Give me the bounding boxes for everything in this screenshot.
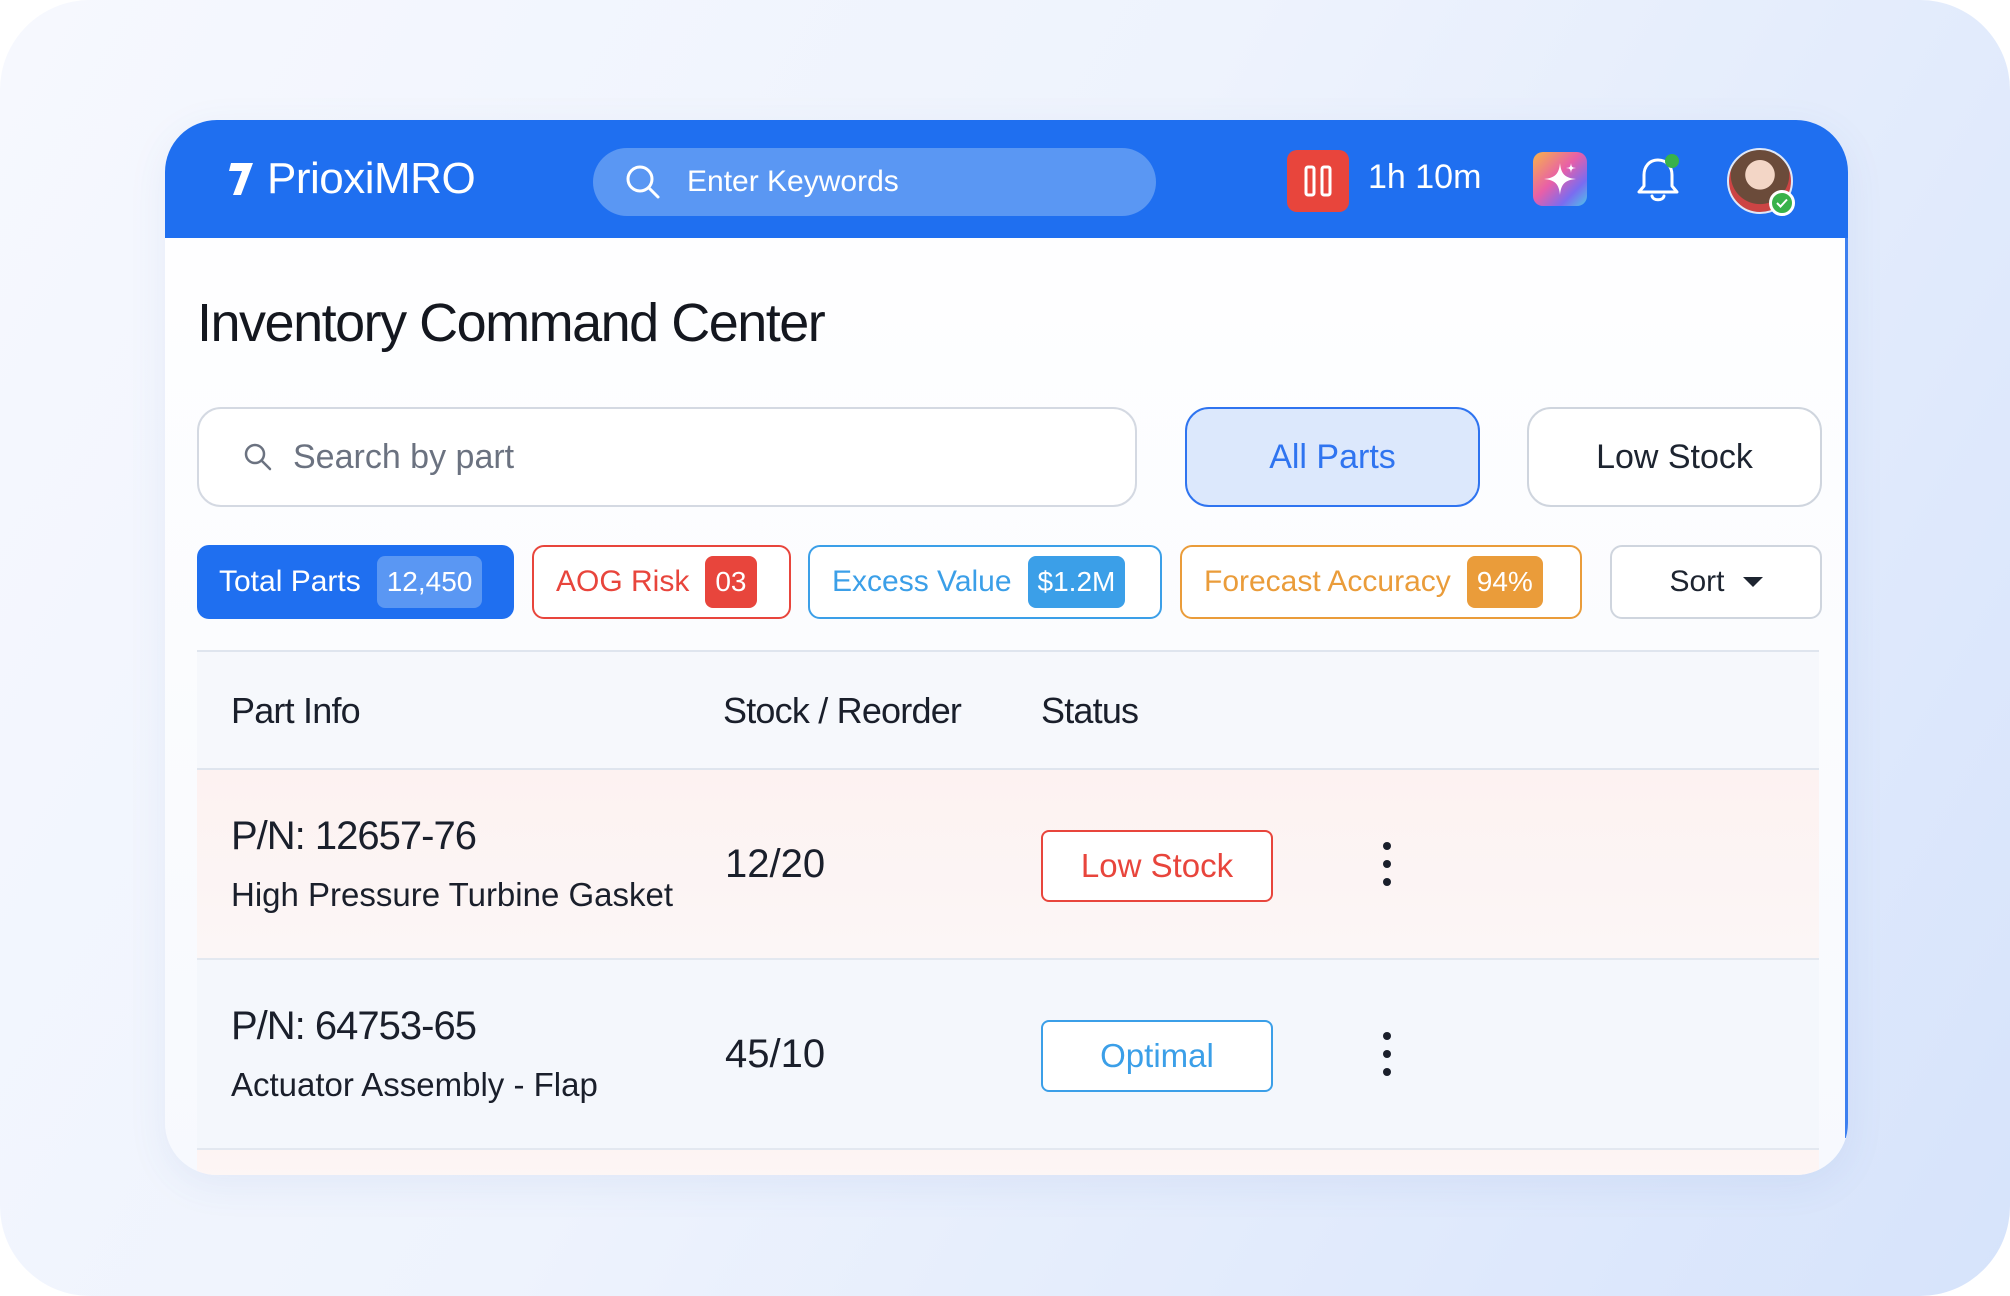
online-status-icon bbox=[1769, 190, 1795, 216]
stock-reorder-value: 45/10 bbox=[725, 1032, 826, 1076]
search-icon bbox=[244, 443, 272, 471]
sort-label: Sort bbox=[1669, 565, 1725, 598]
part-name: High Pressure Turbine Gasket bbox=[231, 876, 674, 913]
chip-label: Total Parts bbox=[219, 565, 361, 598]
column-header-stock-reorder[interactable]: Stock / Reorder bbox=[723, 690, 962, 732]
chip-label: Forecast Accuracy bbox=[1204, 565, 1451, 598]
inventory-table: Part Info Stock / Reorder Status P/N: 12… bbox=[197, 650, 1819, 1175]
column-header-status[interactable]: Status bbox=[1041, 690, 1139, 732]
table-row bbox=[197, 1150, 1819, 1175]
excess-value-chip[interactable]: Excess Value $1.2M bbox=[808, 545, 1162, 619]
column-header-part-info[interactable]: Part Info bbox=[231, 690, 361, 732]
chip-count: 94% bbox=[1466, 556, 1543, 608]
sort-button[interactable]: Sort bbox=[1610, 545, 1822, 619]
bell-icon[interactable] bbox=[1633, 152, 1683, 206]
part-number: P/N: 64753-65 bbox=[231, 1004, 477, 1048]
app-window: PrioxiMRO 1h 10m bbox=[165, 120, 1848, 1175]
part-name: Actuator Assembly - Flap bbox=[231, 1066, 598, 1103]
table-header: Part Info Stock / Reorder Status bbox=[197, 650, 1819, 770]
brand[interactable]: PrioxiMRO bbox=[225, 154, 476, 204]
total-parts-chip[interactable]: Total Parts 12,450 bbox=[197, 545, 514, 619]
chip-count: 12,450 bbox=[376, 556, 483, 608]
chip-count: 03 bbox=[705, 556, 757, 608]
part-number: P/N: 12657-76 bbox=[231, 814, 477, 858]
chip-label: Excess Value bbox=[832, 565, 1012, 598]
part-search-input[interactable] bbox=[291, 436, 1095, 478]
logo-icon bbox=[229, 163, 253, 195]
page-title: Inventory Command Center bbox=[197, 293, 826, 353]
timer-display: 1h 10m bbox=[1368, 158, 1482, 196]
row-menu-icon[interactable] bbox=[1375, 1032, 1399, 1076]
chip-label: AOG Risk bbox=[556, 565, 690, 598]
table-row[interactable]: P/N: 12657-76 High Pressure Turbine Gask… bbox=[197, 770, 1819, 960]
ai-sparkle-icon bbox=[1544, 163, 1576, 195]
aog-risk-chip[interactable]: AOG Risk 03 bbox=[532, 545, 791, 619]
status-badge: Low Stock bbox=[1041, 830, 1273, 902]
table-row[interactable]: P/N: 64753-65 Actuator Assembly - Flap 4… bbox=[197, 960, 1819, 1150]
filter-low-stock-button[interactable]: Low Stock bbox=[1527, 407, 1822, 507]
caret-down-icon bbox=[1742, 577, 1763, 587]
filter-all-parts-button[interactable]: All Parts bbox=[1185, 407, 1480, 507]
ai-sparkle-button[interactable] bbox=[1533, 152, 1587, 206]
forecast-accuracy-chip[interactable]: Forecast Accuracy 94% bbox=[1180, 545, 1582, 619]
global-search[interactable] bbox=[593, 148, 1156, 216]
pause-timer-button[interactable] bbox=[1287, 150, 1349, 212]
top-bar: PrioxiMRO 1h 10m bbox=[165, 120, 1848, 238]
stock-reorder-value: 12/20 bbox=[725, 842, 826, 886]
part-search[interactable] bbox=[197, 407, 1137, 507]
pause-icon bbox=[1304, 165, 1332, 197]
row-menu-icon[interactable] bbox=[1375, 842, 1399, 886]
search-icon bbox=[626, 165, 660, 199]
chip-count: $1.2M bbox=[1027, 556, 1126, 608]
status-badge: Optimal bbox=[1041, 1020, 1273, 1092]
global-search-input[interactable] bbox=[685, 164, 1129, 200]
brand-name: PrioxiMRO bbox=[267, 154, 476, 203]
